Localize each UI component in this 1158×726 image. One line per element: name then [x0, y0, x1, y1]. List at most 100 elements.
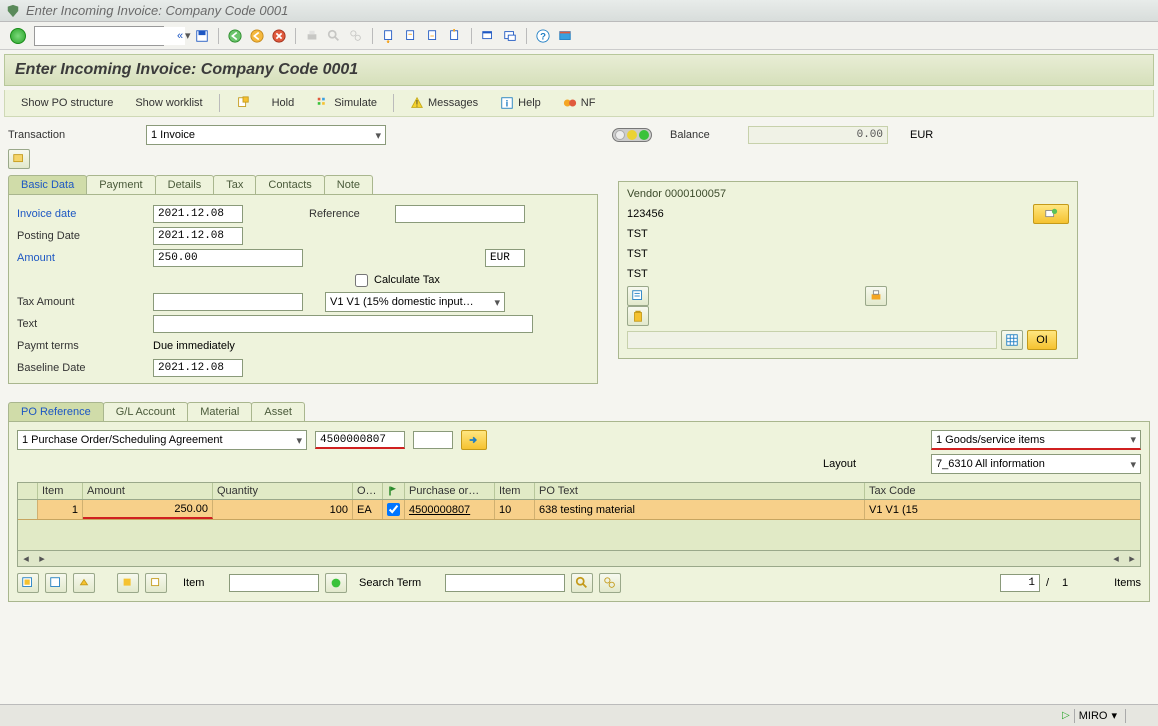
tab-asset[interactable]: Asset: [251, 402, 305, 421]
grid-header-ou[interactable]: O…: [353, 483, 383, 499]
text-input[interactable]: [153, 315, 533, 333]
prev-page-icon[interactable]: [401, 26, 421, 46]
filter-in-button[interactable]: [117, 573, 139, 593]
grid-header-tax[interactable]: Tax Code: [865, 483, 935, 499]
calculate-tax-checkbox[interactable]: [355, 274, 368, 287]
select-all-button[interactable]: [17, 573, 39, 593]
back-start-icon[interactable]: «: [170, 26, 190, 46]
filter-out-button[interactable]: [145, 573, 167, 593]
print-icon[interactable]: [302, 26, 322, 46]
show-worklist-button[interactable]: Show worklist: [129, 95, 208, 111]
messages-button[interactable]: ! Messages: [404, 94, 484, 112]
layout-select[interactable]: 7_6310 All information ▾: [931, 454, 1141, 474]
vendor-oi-button[interactable]: OI: [1027, 330, 1057, 350]
po-item-input[interactable]: [413, 431, 453, 449]
tab-gl-account[interactable]: G/L Account: [103, 402, 189, 421]
po-items-select[interactable]: 1 Goods/service items ▾: [931, 430, 1141, 450]
command-field[interactable]: ▾: [34, 26, 164, 46]
vendor-list-button[interactable]: [627, 286, 649, 306]
reference-input[interactable]: [395, 205, 525, 223]
tab-po-reference[interactable]: PO Reference: [8, 402, 104, 421]
simulate-button[interactable]: Simulate: [310, 94, 383, 112]
tab-tax[interactable]: Tax: [213, 175, 256, 194]
find-next-icon[interactable]: [346, 26, 366, 46]
scroll-right2-icon[interactable]: ▸: [1124, 552, 1140, 565]
grid-header-quantity[interactable]: Quantity: [213, 483, 353, 499]
cell-ou[interactable]: EA: [353, 500, 383, 519]
grid-header-potext[interactable]: PO Text: [535, 483, 865, 499]
scroll-right-icon[interactable]: ▸: [34, 552, 50, 565]
next-page-icon[interactable]: [423, 26, 443, 46]
deselect-all-button[interactable]: [45, 573, 67, 593]
command-input[interactable]: [35, 27, 185, 45]
po-assign-button[interactable]: [461, 430, 487, 450]
session-new-icon[interactable]: [478, 26, 498, 46]
posting-date-input[interactable]: [153, 227, 243, 245]
cell-item[interactable]: 1: [38, 500, 83, 519]
scroll-left-icon[interactable]: ◂: [18, 552, 34, 565]
grid-header-itm[interactable]: Item: [495, 483, 535, 499]
cell-amount[interactable]: 250.00: [83, 500, 213, 519]
cell-flag[interactable]: [383, 500, 405, 519]
grid-header-flag[interactable]: [383, 483, 405, 499]
search-find-button[interactable]: [571, 573, 593, 593]
tab-details[interactable]: Details: [155, 175, 215, 194]
row-flag-checkbox[interactable]: [387, 503, 400, 516]
hold-button[interactable]: Hold: [266, 95, 301, 111]
scroll-left2-icon[interactable]: ◂: [1108, 552, 1124, 565]
header-expand-button[interactable]: [8, 149, 30, 169]
cancel-icon[interactable]: [269, 26, 289, 46]
exit-icon[interactable]: [247, 26, 267, 46]
grid-header-po[interactable]: Purchase or…: [405, 483, 495, 499]
grid-row[interactable]: 1 250.00 100 EA 4500000807 10 638 testin…: [18, 500, 1140, 520]
item-pos-input[interactable]: [1000, 574, 1040, 592]
invoice-date-input[interactable]: [153, 205, 243, 223]
last-page-icon[interactable]: [445, 26, 465, 46]
sort-asc-button[interactable]: [73, 573, 95, 593]
po-number-input[interactable]: [315, 431, 405, 449]
item-goto-input[interactable]: [229, 574, 319, 592]
tax-amount-input[interactable]: [153, 293, 303, 311]
cell-tax[interactable]: V1 V1 (15: [865, 500, 935, 519]
tab-basic-data[interactable]: Basic Data: [8, 175, 87, 194]
layout-menu-icon[interactable]: [555, 26, 575, 46]
grid-hscroll[interactable]: ◂ ▸ ◂ ▸: [18, 550, 1140, 566]
grid-header-item[interactable]: Item: [38, 483, 83, 499]
back-icon[interactable]: [225, 26, 245, 46]
vendor-delete-button[interactable]: [627, 306, 649, 326]
search-next-button[interactable]: [599, 573, 621, 593]
vendor-grid-button[interactable]: [1001, 330, 1023, 350]
first-page-icon[interactable]: [379, 26, 399, 46]
cell-potext[interactable]: 638 testing material: [535, 500, 865, 519]
status-dropdown-icon[interactable]: ▾: [1111, 709, 1117, 722]
other-doc-button[interactable]: [230, 94, 256, 112]
vendor-print-button[interactable]: [865, 286, 887, 306]
grid-selector-header[interactable]: [18, 483, 38, 499]
tab-note[interactable]: Note: [324, 175, 373, 194]
tab-contacts[interactable]: Contacts: [255, 175, 324, 194]
find-icon[interactable]: [324, 26, 344, 46]
search-term-input[interactable]: [445, 574, 565, 592]
nf-button[interactable]: NF: [557, 94, 602, 112]
show-po-structure-button[interactable]: Show PO structure: [15, 95, 119, 111]
po-reftype-select[interactable]: 1 Purchase Order/Scheduling Agreement ▾: [17, 430, 307, 450]
save-icon[interactable]: [192, 26, 212, 46]
transaction-select[interactable]: 1 Invoice ▾: [146, 125, 386, 145]
help-button[interactable]: i Help: [494, 94, 547, 112]
tab-payment[interactable]: Payment: [86, 175, 155, 194]
grid-header-amount[interactable]: Amount: [83, 483, 213, 499]
cell-quantity[interactable]: 100: [213, 500, 353, 519]
help-icon[interactable]: ?: [533, 26, 553, 46]
cell-itm[interactable]: 10: [495, 500, 535, 519]
shortcut-icon[interactable]: [500, 26, 520, 46]
items-grid[interactable]: Item Amount Quantity O… Purchase or… Ite…: [17, 482, 1141, 567]
baseline-date-input[interactable]: [153, 359, 243, 377]
item-goto-button[interactable]: [325, 573, 347, 593]
ok-button[interactable]: [8, 26, 28, 46]
amount-input[interactable]: [153, 249, 303, 267]
tab-material[interactable]: Material: [187, 402, 252, 421]
tax-code-select[interactable]: V1 V1 (15% domestic input… ▾: [325, 292, 505, 312]
amount-currency-input[interactable]: [485, 249, 525, 267]
vendor-display-button[interactable]: [1033, 204, 1069, 224]
cell-po[interactable]: 4500000807: [405, 500, 495, 519]
